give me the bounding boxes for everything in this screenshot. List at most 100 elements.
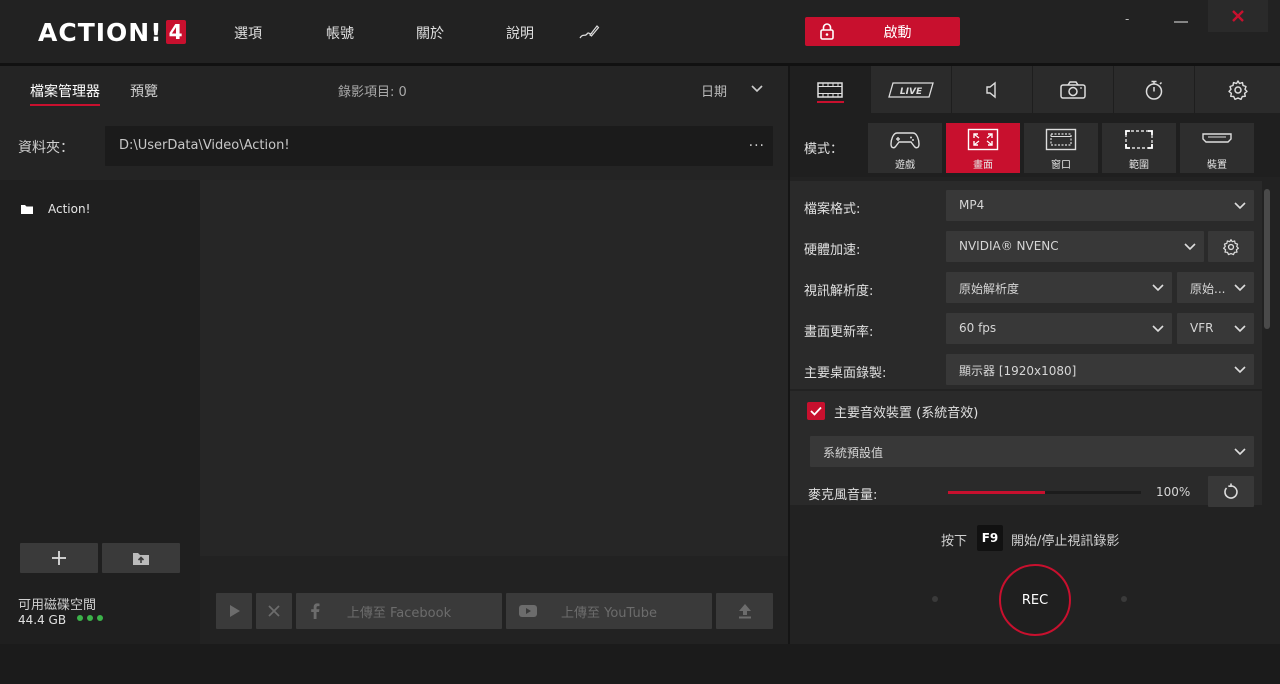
logo-version: 4 [165,20,186,44]
window-icon [1045,128,1077,151]
upload-youtube-label: 上傳至 YouTube [561,605,657,621]
file-manager-pane: 檔案管理器 預覽 錄影項目: 0 日期 資料夾： D:\UserData\Vid… [0,66,788,644]
start-button-label: 啟動 [883,24,912,41]
browse-folder-button[interactable]: ... [749,134,765,150]
upload-facebook-button[interactable]: 上傳至 Facebook [296,593,502,629]
recording-count: 錄影項目: 0 [338,85,407,100]
folder-path-text: D:\UserData\Video\Action! [119,138,290,153]
resolution-value: 原始解析度 [959,282,1020,296]
delete-icon [268,605,280,617]
folder-tree: Action! 可用磁碟空間 44.4 GB [0,180,200,644]
gamepad-icon [890,132,920,149]
desktop-select[interactable]: 顯示器 [1920x1080] [946,354,1254,385]
upload-youtube-button[interactable]: 上傳至 YouTube [506,593,712,629]
mic-volume-slider[interactable] [948,491,1141,494]
framerate-label: 畫面更新率: [804,325,874,340]
framerate-value: 60 fps [959,321,997,335]
mode-label-text: 遊戲 [895,160,915,171]
menu-options[interactable]: 選項 [234,23,262,43]
tab-live[interactable]: LIVE [871,66,952,113]
mode-label: 模式： [804,142,844,157]
file-actions-bar: 上傳至 Facebook 上傳至 YouTube [200,556,788,644]
chevron-down-icon [1184,243,1196,251]
gear-icon [1223,238,1239,255]
play-icon [230,605,240,617]
start-button[interactable]: 啟動 [805,17,960,46]
upload-button[interactable] [716,593,773,629]
indicator-dot [932,596,938,602]
menu-about[interactable]: 關於 [416,23,444,43]
play-button[interactable] [216,593,252,629]
system-audio-checkbox[interactable] [807,402,825,420]
chevron-down-icon [1234,284,1246,292]
sort-dropdown[interactable]: 日期 [701,81,727,100]
chevron-down-icon [1234,325,1246,333]
tab-screenshot[interactable] [1033,66,1114,113]
mode-device-button[interactable]: 裝置 [1180,123,1254,173]
resolution-scale-value: 原始... [1190,282,1226,296]
framerate-mode-select[interactable]: VFR [1177,313,1254,344]
folder-path-field[interactable]: D:\UserData\Video\Action! ... [105,126,773,166]
mic-volume-value: 100% [1156,485,1191,499]
framerate-select[interactable]: 60 fps [946,313,1172,344]
video-settings-panel: 檔案格式: MP4 硬體加速: NVIDIA® NVENC 視訊解析度: 原始解… [790,181,1262,507]
delete-button[interactable] [256,593,292,629]
format-value: MP4 [959,198,985,212]
menu-account[interactable]: 帳號 [326,23,354,43]
tab-preview[interactable]: 預覽 [130,81,158,101]
hw-accel-settings-button[interactable] [1208,231,1254,262]
fullscreen-icon [967,128,999,151]
active-tab-underline [817,101,844,103]
mode-region-button[interactable]: 範圍 [1102,123,1176,173]
hw-accel-select[interactable]: NVIDIA® NVENC [946,231,1204,262]
tab-settings[interactable] [1195,66,1280,113]
minimize-button[interactable]: - [1125,12,1141,28]
file-list-area[interactable] [200,180,788,556]
framerate-mode-value: VFR [1190,321,1214,335]
settings-scrollbar[interactable] [1264,189,1270,329]
restore-button[interactable] [1172,12,1190,30]
tree-item-label: Action! [48,202,91,216]
resolution-select[interactable]: 原始解析度 [946,272,1172,303]
hw-accel-label: 硬體加速: [804,243,861,258]
menu-help[interactable]: 說明 [506,23,534,43]
chevron-down-icon[interactable] [750,83,764,95]
recording-settings-pane: LIVE 模式： 遊戲 畫面 窗口 範圍 裝置 檔案格式: MP4 硬體加速: … [790,66,1280,644]
gear-icon [1227,79,1248,100]
mode-label-text: 畫面 [973,160,993,171]
mode-label-text: 裝置 [1207,160,1227,171]
format-label: 檔案格式: [804,202,861,217]
chevron-down-icon [1234,202,1246,210]
plus-icon [52,551,66,565]
tab-file-manager[interactable]: 檔案管理器 [30,81,100,106]
system-audio-label: 主要音效裝置 (系統音效) [834,406,979,421]
format-select[interactable]: MP4 [946,190,1254,221]
signature-pen-icon[interactable] [578,22,600,42]
mode-window-button[interactable]: 窗口 [1024,123,1098,173]
upload-facebook-label: 上傳至 Facebook [346,605,452,621]
add-folder-button[interactable] [20,543,98,573]
open-folder-button[interactable] [102,543,180,573]
mode-screen-button[interactable]: 畫面 [946,123,1020,173]
disk-status-dot [87,615,93,621]
hotkey-hint: 按下 F9 開始/停止視訊錄影 [790,525,1280,551]
mode-label-text: 窗口 [1051,160,1071,171]
checkmark-icon [810,406,822,416]
indicator-dot [1121,596,1127,602]
tab-video[interactable] [790,66,871,113]
region-select-icon [1125,130,1153,149]
speaker-icon [986,81,996,98]
mic-volume-label: 麥克風音量: [808,488,878,503]
hotkey-prefix: 按下 [941,534,968,549]
close-button[interactable] [1208,0,1268,32]
record-button[interactable]: REC [999,564,1071,636]
tab-audio[interactable] [952,66,1033,113]
reset-volume-button[interactable] [1208,476,1254,507]
tab-timer[interactable] [1114,66,1195,113]
tree-item-action[interactable]: Action! [20,202,90,216]
mode-game-button[interactable]: 遊戲 [868,123,942,173]
audio-device-select[interactable]: 系統預設值 [810,436,1254,467]
timer-icon [1145,80,1163,100]
disk-space-label: 可用磁碟空間 [18,598,97,613]
resolution-scale-select[interactable]: 原始... [1177,272,1254,303]
